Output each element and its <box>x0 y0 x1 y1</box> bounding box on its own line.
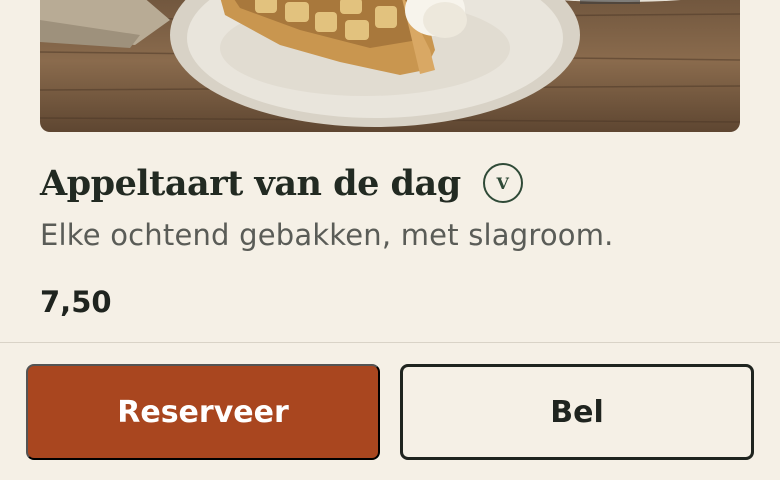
dish-description: Elke ochtend gebakken, met slagroom. <box>40 218 614 252</box>
apple-pie-image <box>40 0 740 132</box>
divider <box>0 342 780 343</box>
reserve-button[interactable]: Reserveer <box>26 364 380 460</box>
dish-header: Appeltaart van de dag V <box>40 156 523 210</box>
dish-title: Appeltaart van de dag <box>40 162 461 204</box>
dish-price: 7,50 <box>40 285 112 319</box>
vegetarian-badge-icon[interactable]: V <box>482 163 523 203</box>
dish-photo <box>40 0 740 132</box>
call-button[interactable]: Bel <box>400 364 754 460</box>
badge-label: V <box>496 173 509 193</box>
